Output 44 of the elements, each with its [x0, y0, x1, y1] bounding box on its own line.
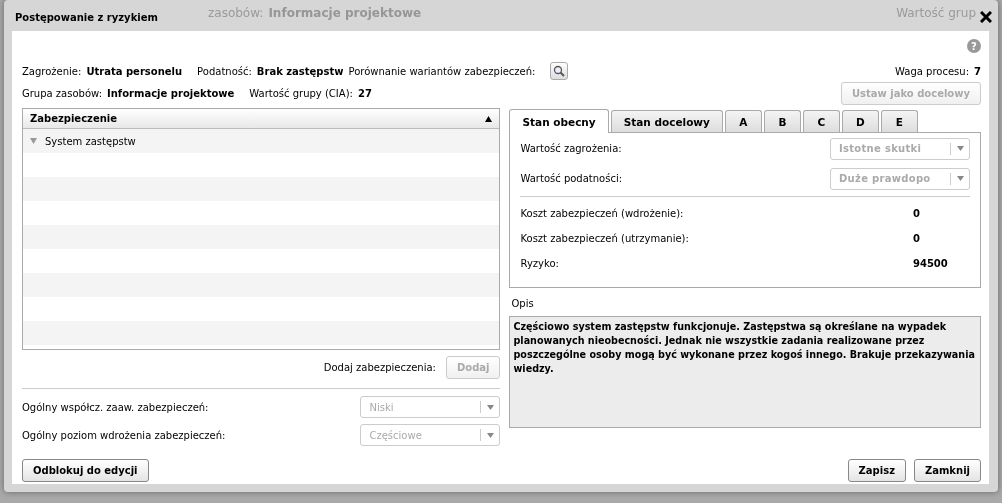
tab[interactable]: E [880, 110, 918, 132]
close-icon[interactable] [980, 10, 992, 23]
field-value: 94500 [913, 258, 949, 269]
window-title: Postępowanie z ryzykiem [15, 11, 158, 23]
tab[interactable]: D [841, 110, 879, 132]
tab[interactable]: B [763, 110, 801, 132]
field-label: Zagrożenie: [22, 65, 82, 77]
field-label: Wartość zagrożenia: [520, 143, 622, 154]
search-button[interactable] [550, 62, 569, 80]
tab[interactable]: Stan docelowy [610, 110, 723, 132]
tab[interactable]: A [724, 110, 762, 132]
field-value: Informacje projektowe [107, 87, 235, 99]
field-label: Koszt zabezpieczeń (wdrożenie): [520, 208, 684, 219]
sort-ascending-icon[interactable] [485, 115, 493, 122]
close-button[interactable]: Zamknij [913, 459, 981, 482]
unlock-button[interactable]: Odblokuj do edycji [22, 459, 149, 482]
field-label: Grupa zasobów: [22, 87, 103, 99]
background-label: Wartość grup [896, 6, 976, 20]
field-value: 27 [357, 87, 372, 99]
field-value: Utrata personelu [86, 65, 183, 77]
field-label: Wartość grupy (CIA): [249, 87, 353, 99]
tab[interactable]: C [802, 110, 840, 132]
description-label: Opis [511, 298, 535, 311]
field-value: 0 [913, 233, 921, 244]
description-text[interactable]: Częściowo system zastępstw funkcjonuje. Zastępstwa są określane na wypadek planowanych nieobecności. Jednak nie wszystkie zadania realizowane przez poszczególne osoby mogą być wykonane przez kogoś innego. Brakuje przekazywania wiedzy. [509, 316, 981, 428]
field-label: Waga procesu: [895, 65, 970, 77]
field-label: Ryzyko: [520, 258, 559, 269]
tree-item-label: System zastępstw [45, 135, 136, 147]
field-label: Ogólny współcz. zaaw. zabezpieczeń: [22, 401, 209, 413]
field-value: 7 [974, 65, 981, 77]
background-value: Informacje projektowe [268, 6, 422, 20]
field-label: Podatność: [197, 65, 252, 77]
field-value: 0 [913, 208, 921, 219]
field-label: Wartość podatności: [520, 173, 623, 184]
field-label: Ogólny poziom wdrożenia zabezpieczeń: [22, 429, 226, 441]
field-label: Porównanie wariantów zabezpieczeń: [348, 65, 536, 77]
save-button[interactable]: Zapisz [847, 459, 906, 482]
field-label: Dodaj zabezpieczenia: [323, 362, 436, 373]
field-label: Koszt zabezpieczeń (utrzymanie): [520, 233, 689, 244]
background-label: zasobów: [208, 6, 264, 20]
field-value: Brak zastępstw [256, 65, 344, 77]
expanded-icon[interactable] [30, 138, 37, 144]
column-header[interactable]: Zabezpieczenie [30, 113, 117, 124]
tab[interactable]: Stan obecny [509, 109, 609, 133]
